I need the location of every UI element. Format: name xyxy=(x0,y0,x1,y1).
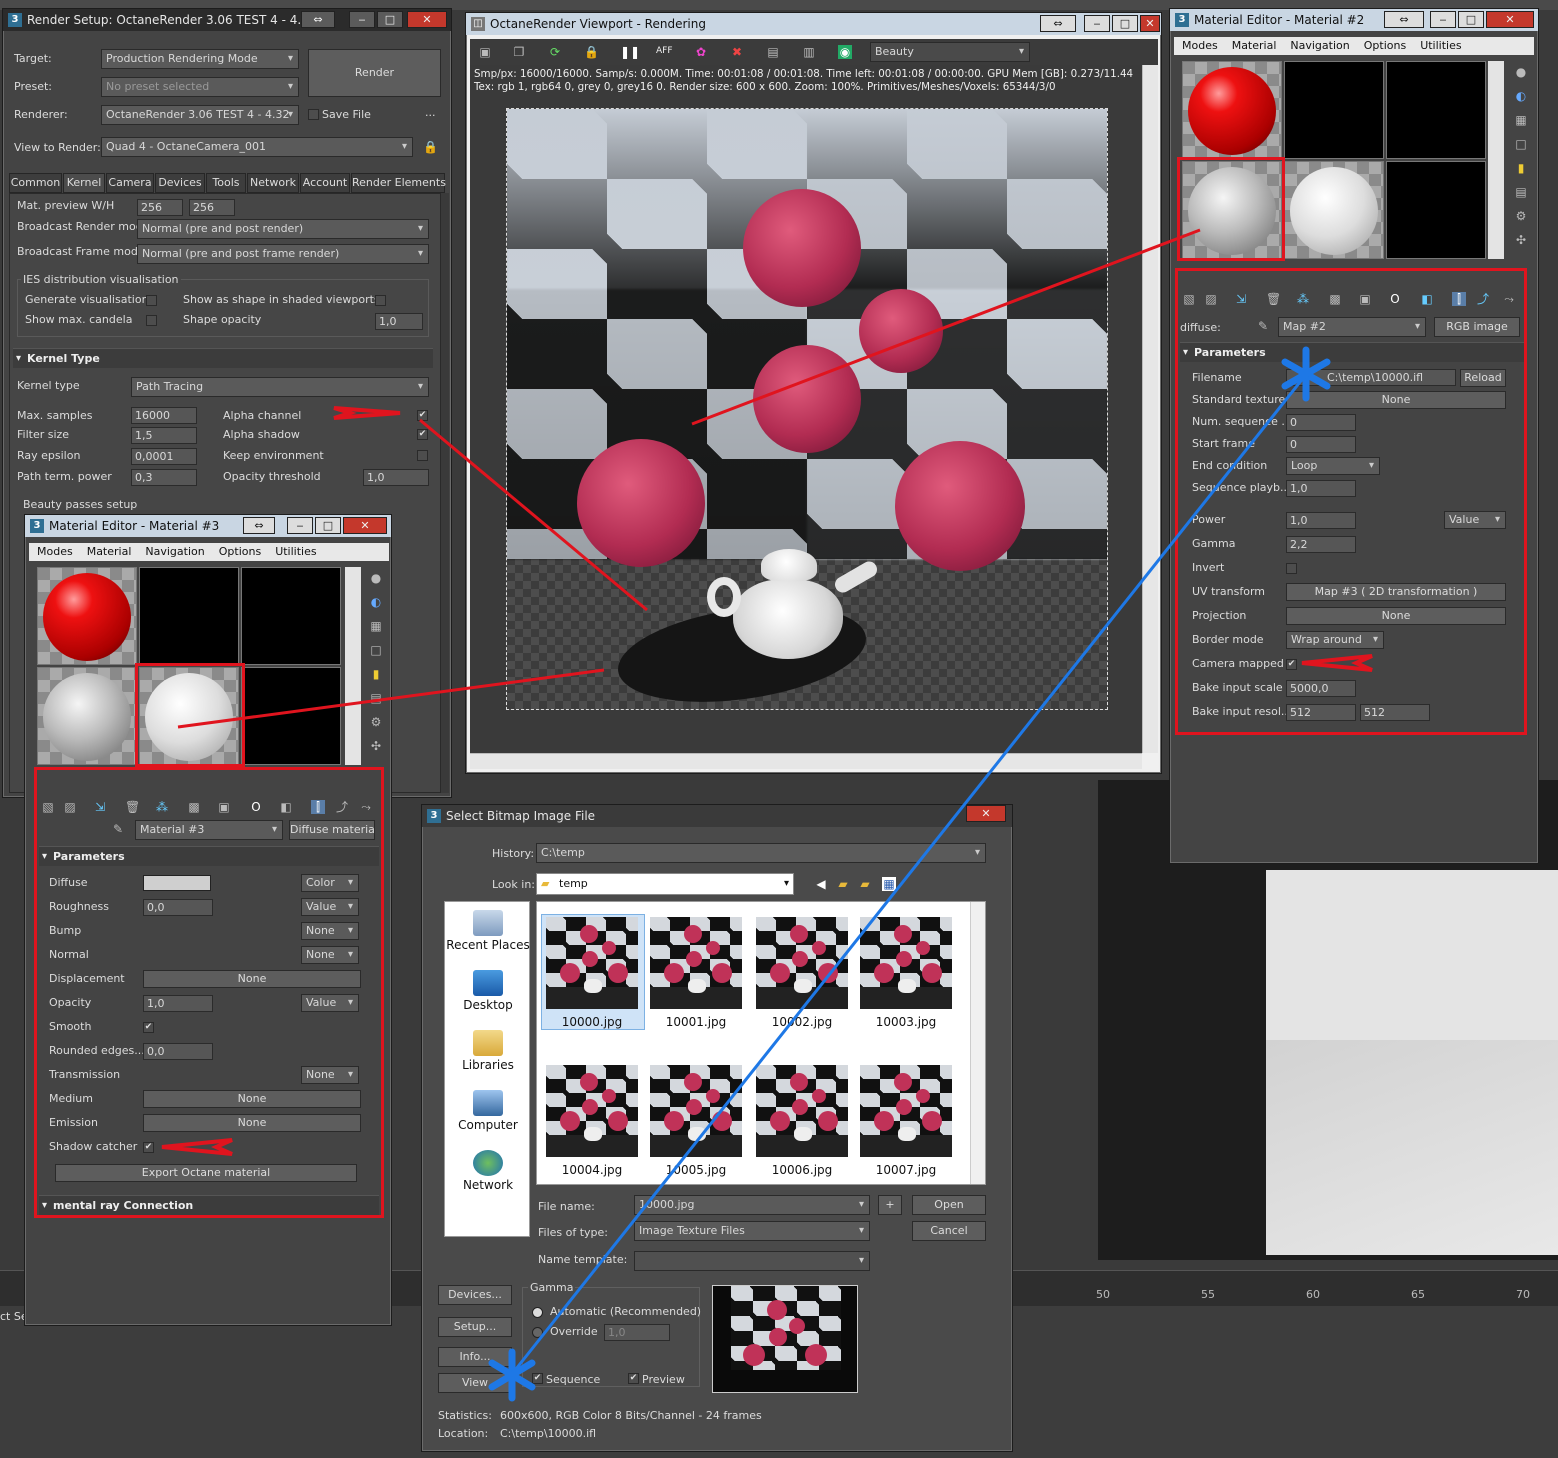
connector-line-blue xyxy=(510,371,1310,1375)
arrow-shadow-catcher xyxy=(161,1138,233,1156)
connector-line-mat2-to-spheres xyxy=(691,228,1201,426)
connector-line-mat3-to-floor xyxy=(177,668,605,729)
asterisk-marker-sequence xyxy=(488,1348,536,1402)
connector-line-alpha-to-shadow xyxy=(419,418,648,612)
annotation-overlay xyxy=(161,228,1373,1402)
arrow-camera-mapped xyxy=(1301,654,1373,672)
arrow-alpha-channel xyxy=(333,406,401,420)
